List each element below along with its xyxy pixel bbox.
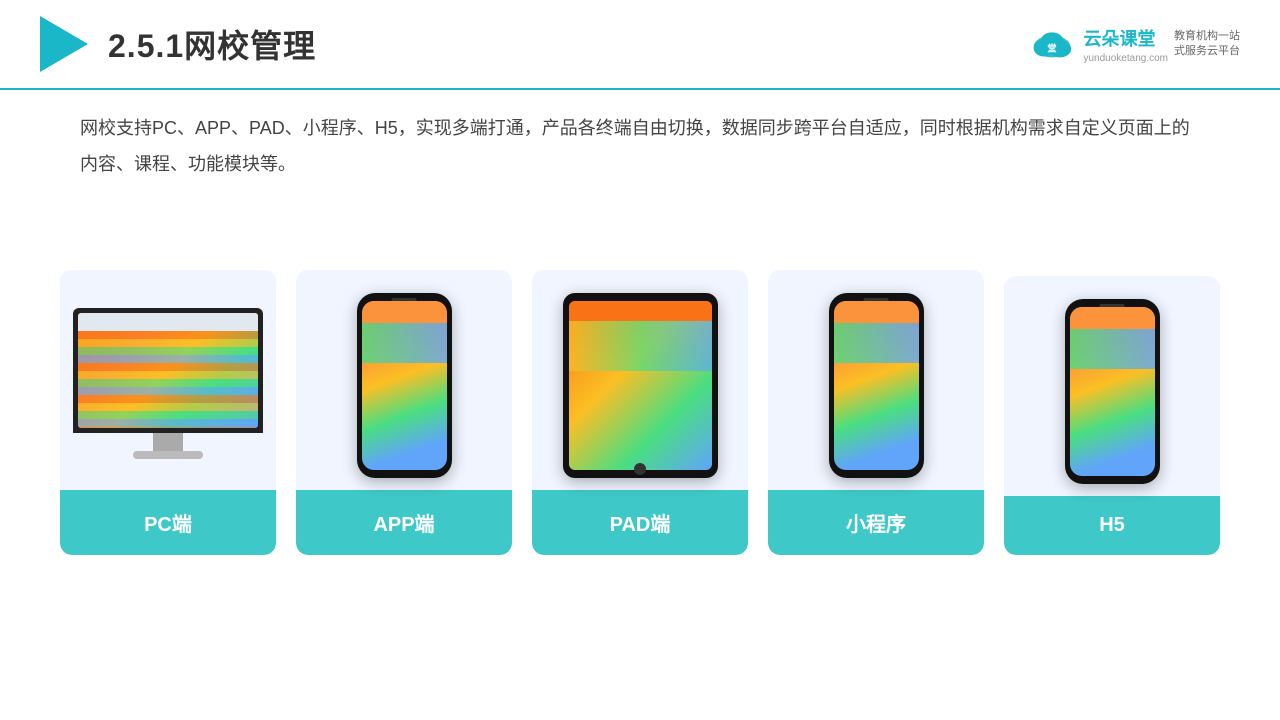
brand-name-en: yunduoketang.com xyxy=(1083,53,1168,64)
card-pad-label: PAD端 xyxy=(532,490,748,555)
brand-logo: 堂 云朵课堂 yunduoketang.com 教育机构一站式服务云平台 xyxy=(1027,25,1240,64)
h5-phone-mock xyxy=(1065,299,1160,484)
card-app-image xyxy=(296,270,512,490)
pad-tablet-mock xyxy=(563,293,718,478)
card-pad: PAD端 xyxy=(532,270,748,555)
pc-monitor xyxy=(73,308,263,463)
brand-tagline: 教育机构一站式服务云平台 xyxy=(1174,29,1240,60)
app-phone-mock xyxy=(357,293,452,478)
mini-phone-mock xyxy=(829,293,924,478)
cards-container: PC端 APP端 PAD端 小程序 xyxy=(60,270,1220,555)
card-mini-label: 小程序 xyxy=(768,490,984,555)
card-app-label: APP端 xyxy=(296,490,512,555)
card-h5-label: H5 xyxy=(1004,496,1220,555)
card-pc-label: PC端 xyxy=(60,490,276,555)
brand-icon: 堂 云朵课堂 yunduoketang.com 教育机构一站式服务云平台 xyxy=(1027,25,1240,64)
card-pc: PC端 xyxy=(60,270,276,555)
page-title: 2.5.1网校管理 xyxy=(108,21,316,67)
card-pc-image xyxy=(60,270,276,490)
logo-triangle xyxy=(40,16,88,72)
card-mini: 小程序 xyxy=(768,270,984,555)
card-mini-image xyxy=(768,270,984,490)
cloud-icon: 堂 xyxy=(1027,28,1077,60)
top-bar: 2.5.1网校管理 堂 云朵课堂 yunduoketang.com 教育机构一站… xyxy=(0,0,1280,90)
svg-text:堂: 堂 xyxy=(1048,43,1057,54)
card-pad-image xyxy=(532,270,748,490)
description-text: 网校支持PC、APP、PAD、小程序、H5，实现多端打通，产品各终端自由切换，数… xyxy=(80,110,1200,182)
card-h5: H5 xyxy=(1004,276,1220,555)
card-app: APP端 xyxy=(296,270,512,555)
card-h5-image xyxy=(1004,276,1220,496)
brand-name-cn: 云朵课堂 xyxy=(1083,25,1168,51)
